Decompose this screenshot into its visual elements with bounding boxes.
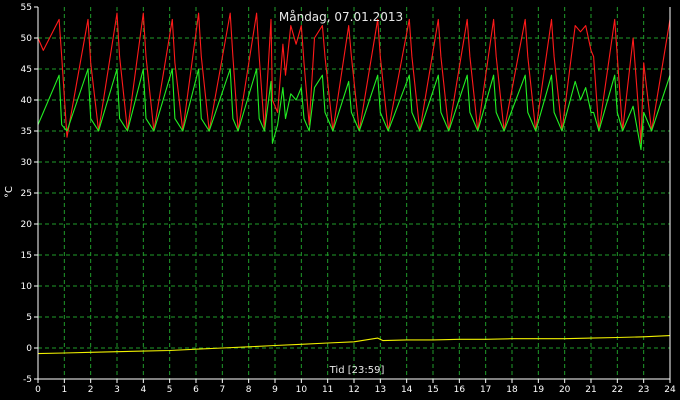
- x-tick-label: 24: [664, 385, 676, 395]
- y-tick-label: 5: [26, 313, 32, 323]
- x-tick-label: 18: [506, 385, 518, 395]
- y-tick-label: 30: [21, 158, 33, 168]
- y-tick-label: 0: [26, 344, 32, 354]
- chart-title: Måndag, 07.01.2013: [279, 10, 403, 24]
- chart-background: [0, 0, 680, 400]
- x-tick-label: 4: [140, 385, 146, 395]
- y-tick-label: 25: [21, 189, 32, 199]
- x-tick-label: 2: [88, 385, 94, 395]
- x-tick-label: 12: [348, 385, 359, 395]
- x-tick-label: 23: [638, 385, 649, 395]
- y-tick-label: 20: [21, 220, 33, 230]
- x-tick-label: 9: [272, 385, 278, 395]
- y-tick-label: 55: [21, 3, 32, 13]
- x-tick-label: 11: [322, 385, 333, 395]
- x-axis-label: Tid [23:59]: [329, 365, 385, 376]
- y-tick-label: 50: [21, 34, 33, 44]
- x-tick-label: 10: [296, 385, 308, 395]
- x-tick-label: 14: [401, 385, 413, 395]
- x-tick-label: 16: [454, 385, 466, 395]
- y-tick-label: 40: [21, 96, 33, 106]
- y-tick-label: 10: [21, 282, 33, 292]
- chart-window: 0 1 2 3 4 5 6 7 8 9 10 11 12 13 14 15 16 17 18 19 20 21 22 23 24…: [0, 0, 680, 400]
- x-tick-label: 22: [612, 385, 623, 395]
- y-tick-label: 45: [21, 65, 32, 75]
- x-tick-label: 0: [35, 385, 41, 395]
- x-tick-label: 15: [427, 385, 438, 395]
- y-axis-label: °C: [4, 186, 15, 198]
- x-tick-label: 6: [193, 385, 199, 395]
- x-tick-label: 13: [375, 385, 386, 395]
- x-tick-label: 21: [585, 385, 596, 395]
- x-tick-label: 20: [559, 385, 571, 395]
- x-tick-label: 1: [61, 385, 67, 395]
- y-tick-label: -5: [23, 375, 32, 385]
- x-tick-label: 8: [246, 385, 252, 395]
- x-tick-label: 17: [480, 385, 491, 395]
- x-tick-label: 5: [167, 385, 173, 395]
- temperature-chart: 0 1 2 3 4 5 6 7 8 9 10 11 12 13 14 15 16 17 18 19 20 21 22 23 24…: [0, 0, 680, 400]
- y-tick-label: 35: [21, 127, 32, 137]
- x-tick-label: 3: [114, 385, 120, 395]
- x-tick-label: 7: [219, 385, 225, 395]
- x-tick-label: 19: [533, 385, 545, 395]
- y-tick-label: 15: [21, 251, 32, 261]
